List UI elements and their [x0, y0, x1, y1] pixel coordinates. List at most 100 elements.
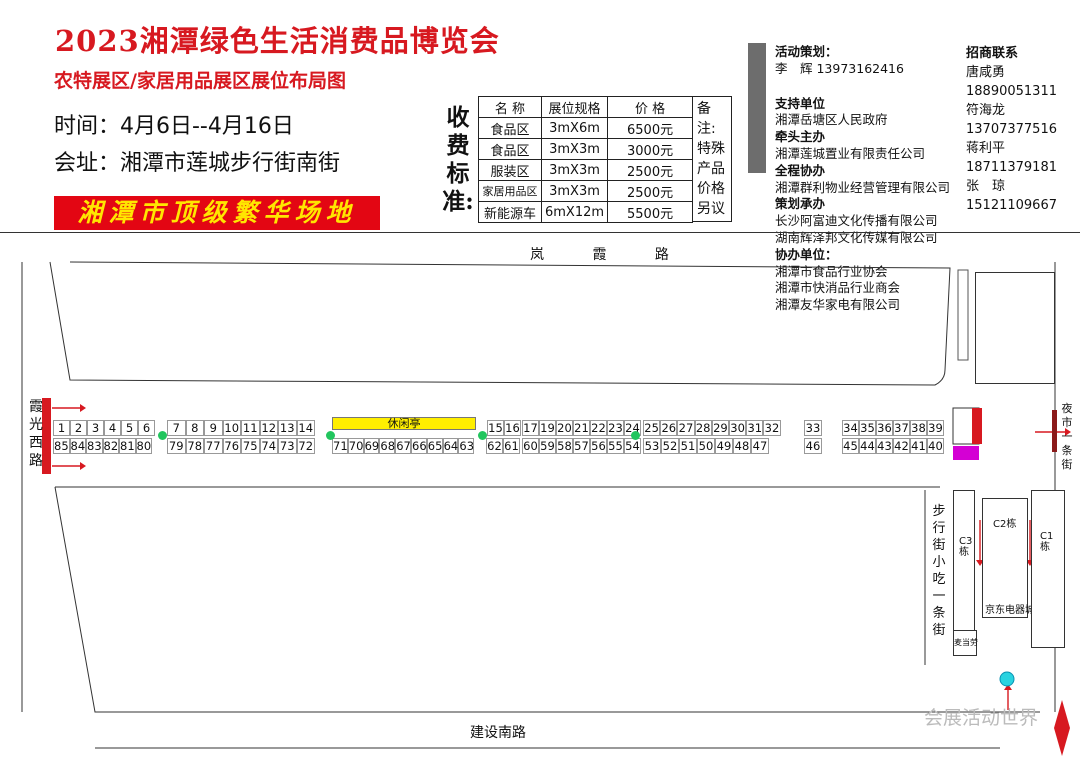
bottom_row-booth: 59 — [539, 438, 556, 454]
top_row-booth: 16 — [504, 420, 521, 436]
bottom_row-booth: 49 — [715, 438, 733, 454]
top_row-booth: 3 — [87, 420, 104, 436]
bottom_row-booth: 41 — [910, 438, 927, 454]
top_row-booth: 11 — [241, 420, 260, 436]
top_row-booth: 6 — [138, 420, 155, 436]
map-lines — [21, 261, 1071, 756]
top_row-booth: 14 — [296, 420, 315, 436]
bottom_row-booth: 40 — [927, 438, 944, 454]
bottom_row-booth: 68 — [379, 438, 396, 454]
bottom_row-booth: 75 — [241, 438, 260, 454]
top_row-booth: 22 — [590, 420, 607, 436]
road-bottom-label: 建设南路 — [470, 725, 526, 741]
lower-block-outline — [54, 486, 925, 713]
jd-label: 京东电器城 — [985, 605, 1035, 616]
side-road-strip — [957, 269, 969, 361]
bottom_row-booth: 52 — [661, 438, 679, 454]
top_row-booth: 30 — [729, 420, 747, 436]
bottom_row-booth: 54 — [624, 438, 641, 454]
bottom_row-booth: 66 — [411, 438, 427, 454]
bottom_row-booth: 63 — [458, 438, 475, 454]
top_row-booth: 17 — [522, 420, 539, 436]
bottom_row-booth: 78 — [185, 438, 204, 454]
top_row-booth: 9 — [204, 420, 223, 436]
top_row-booth: 38 — [910, 420, 927, 436]
bottom_row-booth: 69 — [363, 438, 380, 454]
bottom_row-booth: 76 — [222, 438, 241, 454]
bottom_row-booth: 84 — [69, 438, 86, 454]
bottom_row-booth: 83 — [86, 438, 103, 454]
top_row-booth: 26 — [660, 420, 678, 436]
top_row-booth: 23 — [607, 420, 624, 436]
green-dot-marker — [478, 431, 487, 440]
bottom_row-booth: 71 — [332, 438, 348, 454]
bottom_row-booth: 72 — [296, 438, 315, 454]
bottom_row-booth: 44 — [859, 438, 876, 454]
top_row-booth: 31 — [746, 420, 764, 436]
bottom_row-booth: 50 — [697, 438, 715, 454]
bottom_row-booth: 43 — [876, 438, 893, 454]
green-dot-marker — [158, 431, 167, 440]
bottom_row-booth: 60 — [522, 438, 539, 454]
snack-street-label: 步行街小吃一条街 — [932, 504, 946, 638]
bottom_row-booth: 65 — [426, 438, 443, 454]
bottom_row-booth: 48 — [733, 438, 751, 454]
top_row-booth: 28 — [694, 420, 712, 436]
green-dot-marker — [326, 431, 335, 440]
bottom_row-booth: 85 — [53, 438, 70, 454]
top_row-booth: 33 — [804, 420, 822, 436]
building-c1: C1栋 — [1031, 490, 1065, 648]
bottom_row-booth: 51 — [679, 438, 697, 454]
top_row-booth: 1 — [53, 420, 70, 436]
top_row-booth: 13 — [278, 420, 297, 436]
top_row-booth: 4 — [104, 420, 121, 436]
building-top-right — [975, 272, 1055, 384]
layout-diagram: 2023湘潭绿色生活消费品博览会 农特展区/家居用品展区展位布局图 时间：4月6… — [0, 0, 1080, 765]
top_row-booth: 19 — [539, 420, 556, 436]
bottom_row-booth: 80 — [135, 438, 152, 454]
bottom_row-booth: 74 — [259, 438, 278, 454]
top_row-booth: 35 — [859, 420, 876, 436]
top_row-booth: 10 — [222, 420, 241, 436]
gate-marker — [1054, 700, 1070, 756]
bottom_row-booth: 82 — [102, 438, 119, 454]
cyan-marker — [999, 671, 1015, 687]
rest-area: 休闲亭 — [332, 417, 476, 430]
top_row-booth: 39 — [927, 420, 944, 436]
building-jd: C2栋 京东电器城 — [982, 498, 1035, 618]
top_row-booth: 20 — [556, 420, 573, 436]
top_row-booth: 2 — [70, 420, 87, 436]
top_row-booth: 5 — [121, 420, 138, 436]
bottom_row-booth: 70 — [347, 438, 364, 454]
top_row-booth: 7 — [167, 420, 186, 436]
top_row-booth: 32 — [763, 420, 781, 436]
green-dot-marker — [631, 431, 640, 440]
top_row-booth: 34 — [842, 420, 859, 436]
top_row-booth: 25 — [643, 420, 661, 436]
bottom_row-booth: 47 — [751, 438, 769, 454]
top_row-booth: 21 — [573, 420, 590, 436]
bottom_row-booth: 73 — [278, 438, 297, 454]
bottom_row-booth: 57 — [573, 438, 590, 454]
bottom_row-booth: 77 — [204, 438, 223, 454]
watermark: 会展活动世界 — [923, 707, 1038, 729]
top_row-booth: 8 — [185, 420, 204, 436]
top_row-booth: 29 — [711, 420, 729, 436]
bottom_row-booth: 58 — [556, 438, 573, 454]
bottom_row-booth: 81 — [119, 438, 136, 454]
bottom_row-booth: 56 — [590, 438, 607, 454]
bottom_row-booth: 46 — [804, 438, 822, 454]
red-sign — [972, 408, 982, 444]
top_row-booth: 36 — [876, 420, 893, 436]
bottom_row-booth: 67 — [395, 438, 411, 454]
upper-block-outline — [49, 261, 951, 386]
top_row-booth: 12 — [259, 420, 278, 436]
bottom_row-booth: 64 — [442, 438, 459, 454]
road-right-label: 夜市一条街 — [1061, 402, 1073, 471]
bottom_row-booth: 62 — [486, 438, 503, 454]
bottom_row-booth: 61 — [503, 438, 520, 454]
bottom_row-booth: 79 — [167, 438, 186, 454]
top_row-booth: 37 — [893, 420, 910, 436]
top_row-booth: 27 — [677, 420, 695, 436]
top_row-booth: 15 — [487, 420, 504, 436]
